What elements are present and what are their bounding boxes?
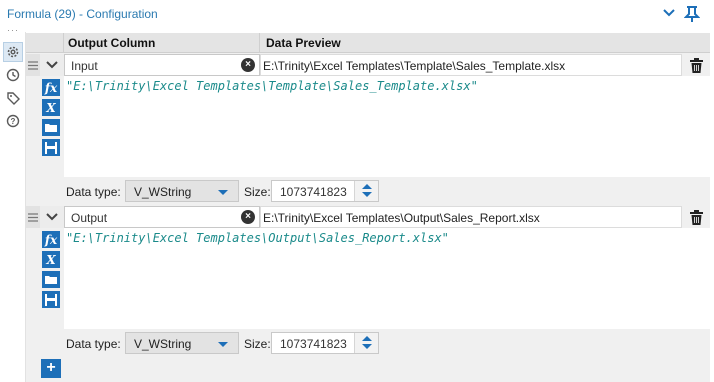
data-preview-cell: E:\Trinity\Excel Templates\Output\Sales_… xyxy=(260,206,682,228)
spin-up-icon[interactable] xyxy=(362,184,372,189)
size-stepper[interactable]: 1073741823 xyxy=(271,332,379,354)
output-column-input[interactable]: Output × xyxy=(64,206,260,228)
expression-editor[interactable]: "E:\Trinity\Excel Templates\Output\Sales… xyxy=(64,228,710,329)
output-column-value: Output xyxy=(71,211,108,225)
delete-row-button[interactable] xyxy=(686,206,706,228)
size-stepper[interactable]: 1073741823 xyxy=(271,180,379,202)
size-value: 1073741823 xyxy=(280,185,347,199)
size-label: Size: xyxy=(244,185,271,199)
gear-icon xyxy=(7,46,19,58)
formula-row: Output × E:\Trinity\Excel Templates\Outp… xyxy=(26,206,710,228)
spin-buttons[interactable] xyxy=(354,333,378,353)
svg-text:?: ? xyxy=(11,117,16,126)
expression-text: "E:\Trinity\Excel Templates\Template\Sal… xyxy=(66,79,478,93)
variable-icon[interactable]: X xyxy=(42,251,60,268)
pin-icon[interactable] xyxy=(684,5,700,23)
tag-icon xyxy=(7,92,20,105)
data-preview-value: E:\Trinity\Excel Templates\Template\Sale… xyxy=(263,59,566,73)
annotation-tab[interactable] xyxy=(3,65,23,85)
title-bar: Formula (29) - Configuration xyxy=(0,0,714,28)
header-output-column: Output Column xyxy=(64,33,260,53)
spin-down-icon[interactable] xyxy=(362,344,372,349)
data-type-label: Data type: xyxy=(66,337,121,351)
size-label: Size: xyxy=(244,337,271,351)
window-title: Formula (29) - Configuration xyxy=(7,7,158,21)
header-data-preview: Data Preview xyxy=(260,33,710,53)
help-icon: ? xyxy=(6,114,20,128)
trash-icon xyxy=(689,209,703,225)
data-type-label: Data type: xyxy=(66,185,121,199)
expression-text: "E:\Trinity\Excel Templates\Output\Sales… xyxy=(66,231,449,245)
header-spacer xyxy=(26,33,64,53)
data-preview-cell: E:\Trinity\Excel Templates\Template\Sale… xyxy=(260,54,682,76)
type-row: Data type: V_WString Size: 1073741823 xyxy=(64,177,710,205)
add-formula-button[interactable]: + xyxy=(41,359,61,378)
expression-editor[interactable]: "E:\Trinity\Excel Templates\Template\Sal… xyxy=(64,76,710,177)
data-preview-value: E:\Trinity\Excel Templates\Output\Sales_… xyxy=(263,211,540,225)
open-folder-icon[interactable] xyxy=(42,271,60,288)
data-type-value: V_WString xyxy=(134,185,192,199)
size-value: 1073741823 xyxy=(280,337,347,351)
history-icon xyxy=(6,68,20,82)
dropdown-arrow-icon xyxy=(218,190,228,195)
tags-tab[interactable] xyxy=(3,88,23,108)
formula-row: Input × E:\Trinity\Excel Templates\Templ… xyxy=(26,54,710,76)
clear-icon[interactable]: × xyxy=(241,210,255,224)
header-output-label: Output Column xyxy=(68,36,156,50)
variable-icon[interactable]: X xyxy=(42,99,60,116)
trash-icon xyxy=(689,57,703,73)
data-type-select[interactable]: V_WString xyxy=(125,332,239,354)
output-column-value: Input xyxy=(71,59,98,73)
help-tab[interactable]: ? xyxy=(3,111,23,131)
chevron-down-icon[interactable] xyxy=(663,8,675,18)
header-preview-label: Data Preview xyxy=(266,36,341,50)
drag-handle-icon[interactable] xyxy=(26,206,40,228)
save-icon[interactable] xyxy=(42,139,60,156)
dropdown-arrow-icon xyxy=(218,342,228,347)
chevron-down-icon xyxy=(46,213,58,221)
spin-down-icon[interactable] xyxy=(362,192,372,197)
formula-grid: Output Column Data Preview Input × E:\Tr… xyxy=(26,33,710,382)
collapse-button[interactable] xyxy=(40,54,64,76)
open-folder-icon[interactable] xyxy=(42,119,60,136)
function-icon[interactable]: fx xyxy=(42,231,60,248)
data-type-value: V_WString xyxy=(134,337,192,351)
collapse-button[interactable] xyxy=(40,206,64,228)
data-type-select[interactable]: V_WString xyxy=(125,180,239,202)
save-icon[interactable] xyxy=(42,291,60,308)
chevron-down-icon xyxy=(46,61,58,69)
clear-icon[interactable]: × xyxy=(241,58,255,72)
spin-up-icon[interactable] xyxy=(362,336,372,341)
delete-row-button[interactable] xyxy=(686,54,706,76)
type-row: Data type: V_WString Size: 1073741823 xyxy=(64,329,710,357)
spin-buttons[interactable] xyxy=(354,181,378,201)
expression-tools: fx X xyxy=(40,228,64,359)
drag-handle-icon[interactable] xyxy=(26,54,40,76)
function-icon[interactable]: fx xyxy=(42,79,60,96)
tool-rail: ? xyxy=(0,32,26,382)
output-column-input[interactable]: Input × xyxy=(64,54,260,76)
configuration-tab[interactable] xyxy=(3,42,23,62)
expression-tools: fx X xyxy=(40,76,64,207)
